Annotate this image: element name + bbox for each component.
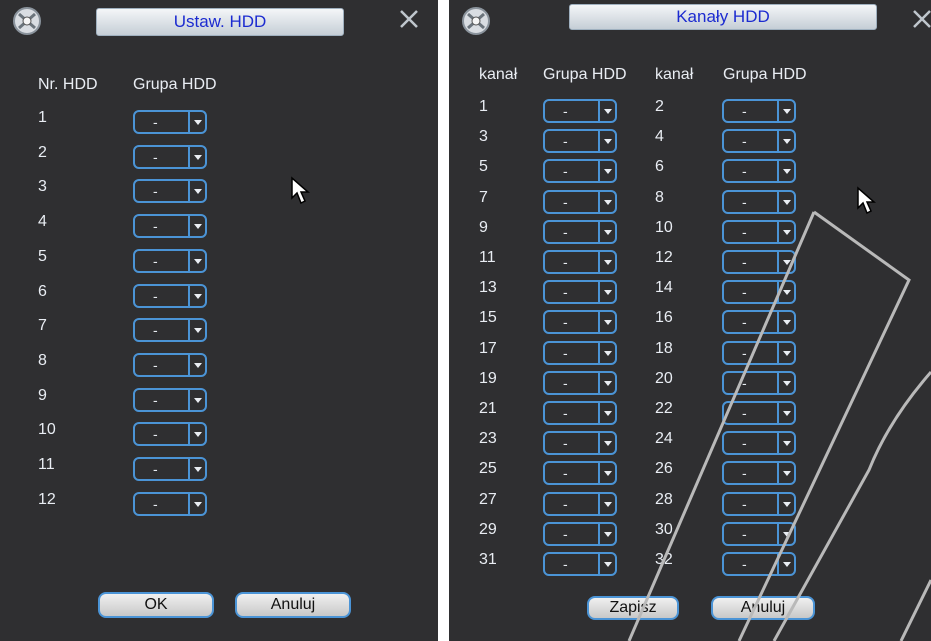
chevron-down-icon[interactable] xyxy=(194,397,202,403)
annotation-stroke xyxy=(772,371,931,641)
hdd-number: 2 xyxy=(38,143,47,161)
annotation-stroke xyxy=(899,579,931,641)
app-logo-icon xyxy=(13,7,41,35)
header-hdd-number: Nr. HDD xyxy=(38,76,98,93)
hdd-group-select[interactable]: - xyxy=(133,214,207,239)
select-value: - xyxy=(153,461,158,477)
hdd-group-select[interactable]: - xyxy=(133,387,207,412)
hdd-number: 1 xyxy=(38,109,47,126)
select-divider xyxy=(188,389,190,410)
cancel-button[interactable]: Anuluj xyxy=(235,592,351,618)
hdd-number: 6 xyxy=(38,282,47,300)
chevron-down-icon[interactable] xyxy=(194,293,202,299)
select-value: - xyxy=(153,218,158,235)
select-value: - xyxy=(153,114,158,130)
hdd-group-select[interactable]: - xyxy=(133,491,207,516)
hdd-number: 7 xyxy=(38,317,47,335)
select-value: - xyxy=(153,148,158,165)
hdd-number: 3 xyxy=(38,178,47,196)
ok-button[interactable]: OK xyxy=(98,592,214,618)
header-hdd-group: Grupa HDD xyxy=(133,76,217,93)
chevron-down-icon[interactable] xyxy=(194,432,202,438)
select-value: - xyxy=(153,495,158,512)
window-title: Ustaw. HDD xyxy=(96,8,344,36)
hdd-group-select[interactable]: - xyxy=(133,422,207,447)
hdd-group-select[interactable]: - xyxy=(133,144,207,169)
hdd-channels-window: Kanały HDD kanał Grupa HDD kanał Grupa H… xyxy=(449,0,931,641)
select-divider xyxy=(188,250,190,271)
hdd-group-select[interactable]: - xyxy=(133,283,207,308)
select-value: - xyxy=(153,426,158,443)
select-value: - xyxy=(153,287,158,304)
chevron-down-icon[interactable] xyxy=(194,328,202,334)
select-value: - xyxy=(153,252,158,269)
close-icon[interactable] xyxy=(394,4,424,34)
hdd-group-select[interactable]: - xyxy=(133,457,207,481)
select-divider xyxy=(188,459,190,479)
select-value: - xyxy=(153,183,158,200)
select-divider xyxy=(188,493,190,514)
select-value: - xyxy=(153,391,158,408)
select-divider xyxy=(188,320,190,341)
hdd-settings-window: Ustaw. HDD Nr. HDD Grupa HDD 1 - 2 - 3 - 4 - 5 - 6… xyxy=(0,0,438,641)
hdd-number: 5 xyxy=(38,247,47,265)
select-divider xyxy=(188,285,190,306)
hdd-number: 8 xyxy=(38,351,47,369)
hdd-number: 11 xyxy=(38,456,55,473)
chevron-down-icon[interactable] xyxy=(194,467,202,472)
chevron-down-icon[interactable] xyxy=(194,189,202,195)
hdd-group-select[interactable]: - xyxy=(133,110,207,134)
annotation-overlay xyxy=(627,210,931,641)
chevron-down-icon[interactable] xyxy=(194,501,202,507)
hdd-number: 4 xyxy=(38,213,47,231)
select-value: - xyxy=(153,356,158,373)
select-divider xyxy=(188,424,190,445)
chevron-down-icon[interactable] xyxy=(194,120,202,125)
annotation-stroke xyxy=(627,211,816,641)
chevron-down-icon[interactable] xyxy=(194,154,202,160)
hdd-group-select[interactable]: - xyxy=(133,179,207,204)
hdd-number: 9 xyxy=(38,386,47,404)
hdd-group-select[interactable]: - xyxy=(133,352,207,377)
select-divider xyxy=(188,354,190,375)
select-divider xyxy=(188,146,190,167)
annotation-stroke xyxy=(737,210,911,641)
hdd-number: 10 xyxy=(38,421,56,439)
chevron-down-icon[interactable] xyxy=(194,362,202,368)
select-value: - xyxy=(153,322,158,339)
hdd-group-select[interactable]: - xyxy=(133,318,207,343)
chevron-down-icon[interactable] xyxy=(194,258,202,264)
mouse-cursor-icon xyxy=(291,176,310,205)
select-divider xyxy=(188,112,190,132)
hdd-group-select[interactable]: - xyxy=(133,248,207,273)
hdd-number: 12 xyxy=(38,490,56,508)
select-divider xyxy=(188,216,190,237)
chevron-down-icon[interactable] xyxy=(194,224,202,230)
select-divider xyxy=(188,181,190,202)
title-bar: Ustaw. HDD xyxy=(0,0,438,42)
